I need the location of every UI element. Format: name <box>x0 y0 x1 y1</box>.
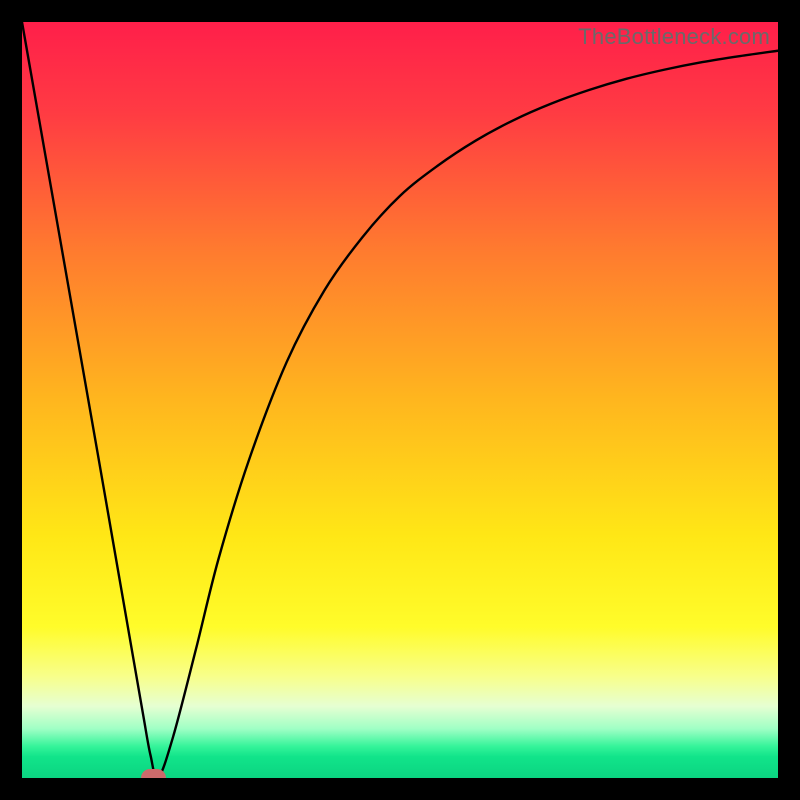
bottom-border <box>0 778 800 800</box>
left-border <box>0 0 22 800</box>
chart-svg <box>22 22 778 778</box>
chart-frame: TheBottleneck.com <box>22 22 778 778</box>
watermark-text: TheBottleneck.com <box>578 24 770 50</box>
